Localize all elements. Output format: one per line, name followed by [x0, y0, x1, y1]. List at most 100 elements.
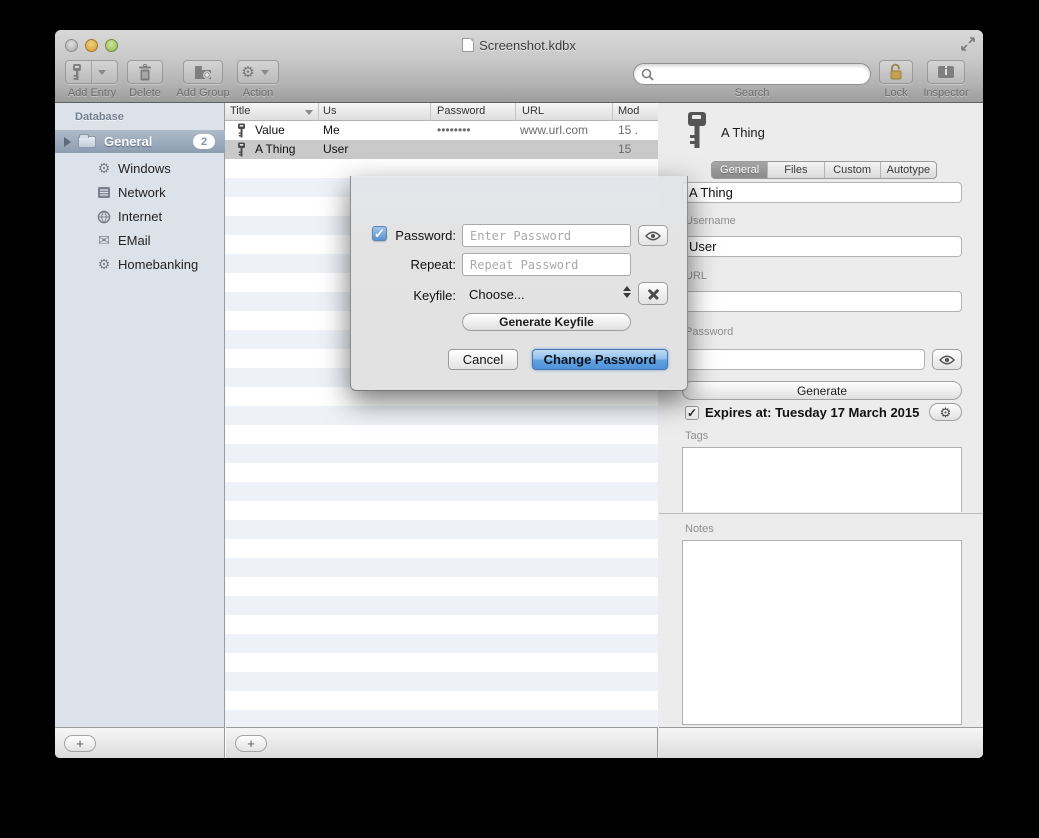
search-input[interactable] [633, 63, 871, 85]
password-checkbox[interactable]: ✓ [372, 226, 387, 241]
inspector-entry-title: A Thing [721, 125, 765, 140]
sidebar: Database General 2 ⚙ Windows Network [55, 103, 225, 758]
sidebar-section-header: Database [75, 111, 124, 123]
change-password-sheet: ✓ Password: Enter Password Repeat: Repea… [350, 176, 688, 391]
username-label: Username [685, 215, 736, 227]
username-field[interactable] [682, 236, 962, 257]
password-label: Password [685, 326, 733, 338]
clear-keyfile-button[interactable] [638, 282, 668, 305]
key-icon [686, 111, 708, 149]
keyfile-stepper-icon[interactable] [623, 286, 631, 298]
title-field[interactable] [682, 182, 962, 203]
tags-textarea[interactable] [682, 447, 962, 512]
sidebar-item-email[interactable]: ✉ EMail [55, 228, 225, 252]
sidebar-bottom-bar: + [55, 727, 225, 758]
password-field[interactable] [682, 349, 925, 370]
action-label: Action [235, 87, 281, 99]
tab-general[interactable]: General [712, 162, 768, 178]
dialog-password-label: Password: [388, 228, 456, 243]
action-dropdown-icon[interactable] [261, 70, 269, 75]
tab-files[interactable]: Files [768, 162, 824, 178]
generate-button[interactable]: Generate [682, 381, 962, 400]
column-header-title[interactable]: Title [230, 105, 250, 117]
tags-label: Tags [685, 430, 708, 442]
gear-icon: ⚙ [940, 406, 952, 419]
app-window: Screenshot.kdbx Add Entry Delet [55, 30, 983, 758]
inspector-label: Inspector [915, 87, 977, 99]
gear-icon: ⚙ [95, 257, 113, 271]
dialog-repeat-label: Repeat: [388, 257, 456, 272]
sidebar-item-homebanking[interactable]: ⚙ Homebanking [55, 252, 225, 276]
dialog-repeat-input[interactable]: Repeat Password [462, 253, 631, 276]
column-header-modified[interactable]: Mod [618, 105, 639, 117]
notes-label: Notes [685, 523, 714, 535]
entry-row-a-thing[interactable]: A Thing User 15 [225, 140, 658, 159]
eye-icon [939, 355, 955, 365]
change-password-button[interactable]: Change Password [532, 349, 668, 370]
eye-icon [645, 231, 661, 241]
add-entry-label: Add Entry [59, 87, 125, 99]
lock-open-icon [888, 63, 904, 81]
sidebar-item-general[interactable]: General 2 [55, 130, 225, 153]
inspector-tabs: General Files Custom Autotype [711, 161, 937, 179]
add-entry-button[interactable] [65, 60, 118, 84]
dialog-password-input[interactable]: Enter Password [462, 224, 631, 247]
titlebar: Screenshot.kdbx [55, 35, 983, 55]
generate-keyfile-button[interactable]: Generate Keyfile [462, 313, 631, 331]
column-header-url[interactable]: URL [522, 105, 544, 117]
envelope-icon: ✉ [95, 233, 113, 247]
entry-row-value[interactable]: Value Me •••••••• www.url.com 15 . [225, 121, 658, 140]
fullscreen-icon[interactable] [961, 37, 975, 51]
action-button[interactable]: ⚙ [237, 60, 279, 84]
inspector-panel: A Thing General Files Custom Autotype Us… [659, 103, 983, 758]
search-icon [641, 68, 654, 81]
folder-icon [78, 136, 96, 148]
delete-button[interactable] [127, 60, 163, 84]
sidebar-item-windows[interactable]: ⚙ Windows [55, 156, 225, 180]
add-group-plus-button[interactable]: + [64, 735, 96, 752]
inspector-button[interactable] [927, 60, 965, 84]
info-icon [938, 66, 954, 78]
expires-label: Expires at: Tuesday 17 March 2015 [705, 405, 919, 420]
add-entry-plus-button[interactable]: + [235, 735, 267, 752]
tab-autotype[interactable]: Autotype [881, 162, 936, 178]
search-label: Search [633, 87, 871, 99]
column-header-password[interactable]: Password [437, 105, 485, 117]
key-icon [71, 63, 83, 81]
notes-textarea[interactable] [682, 540, 962, 725]
list-bottom-bar: + [226, 727, 658, 758]
delete-label: Delete [123, 87, 167, 99]
sidebar-group-label: General [104, 134, 152, 149]
tab-custom[interactable]: Custom [825, 162, 881, 178]
dialog-reveal-password-button[interactable] [638, 225, 668, 246]
entry-list-header: Title Us Password URL Mod [225, 103, 658, 121]
column-header-username[interactable]: Us [323, 105, 336, 117]
url-label: URL [685, 270, 707, 282]
globe-icon [95, 208, 113, 223]
gear-icon: ⚙ [241, 65, 254, 80]
window-title: Screenshot.kdbx [479, 38, 576, 53]
sidebar-item-internet[interactable]: Internet [55, 204, 225, 228]
count-badge: 2 [193, 134, 215, 149]
lock-button[interactable] [879, 60, 913, 84]
key-icon [237, 142, 246, 157]
title-toolbar-chrome: Screenshot.kdbx Add Entry Delet [55, 30, 983, 103]
key-icon [237, 123, 246, 138]
document-icon[interactable] [462, 38, 474, 52]
inspector-bottom-bar [659, 727, 983, 758]
gear-icon: ⚙ [95, 161, 113, 175]
network-icon [95, 185, 113, 200]
expires-checkbox[interactable]: ✓ [685, 406, 699, 420]
add-entry-dropdown-icon[interactable] [98, 70, 106, 75]
reveal-password-button[interactable] [932, 349, 962, 370]
disclosure-triangle-icon[interactable] [64, 137, 71, 147]
trash-icon [138, 64, 152, 81]
url-field[interactable] [682, 291, 962, 312]
add-group-label: Add Group [170, 87, 236, 99]
sidebar-item-network[interactable]: Network [55, 180, 225, 204]
add-group-button[interactable] [183, 60, 223, 84]
expires-options-button[interactable]: ⚙ [929, 403, 962, 421]
cancel-button[interactable]: Cancel [448, 349, 518, 370]
sort-descending-icon [305, 110, 313, 115]
keyfile-popup[interactable]: Choose... [469, 287, 525, 302]
